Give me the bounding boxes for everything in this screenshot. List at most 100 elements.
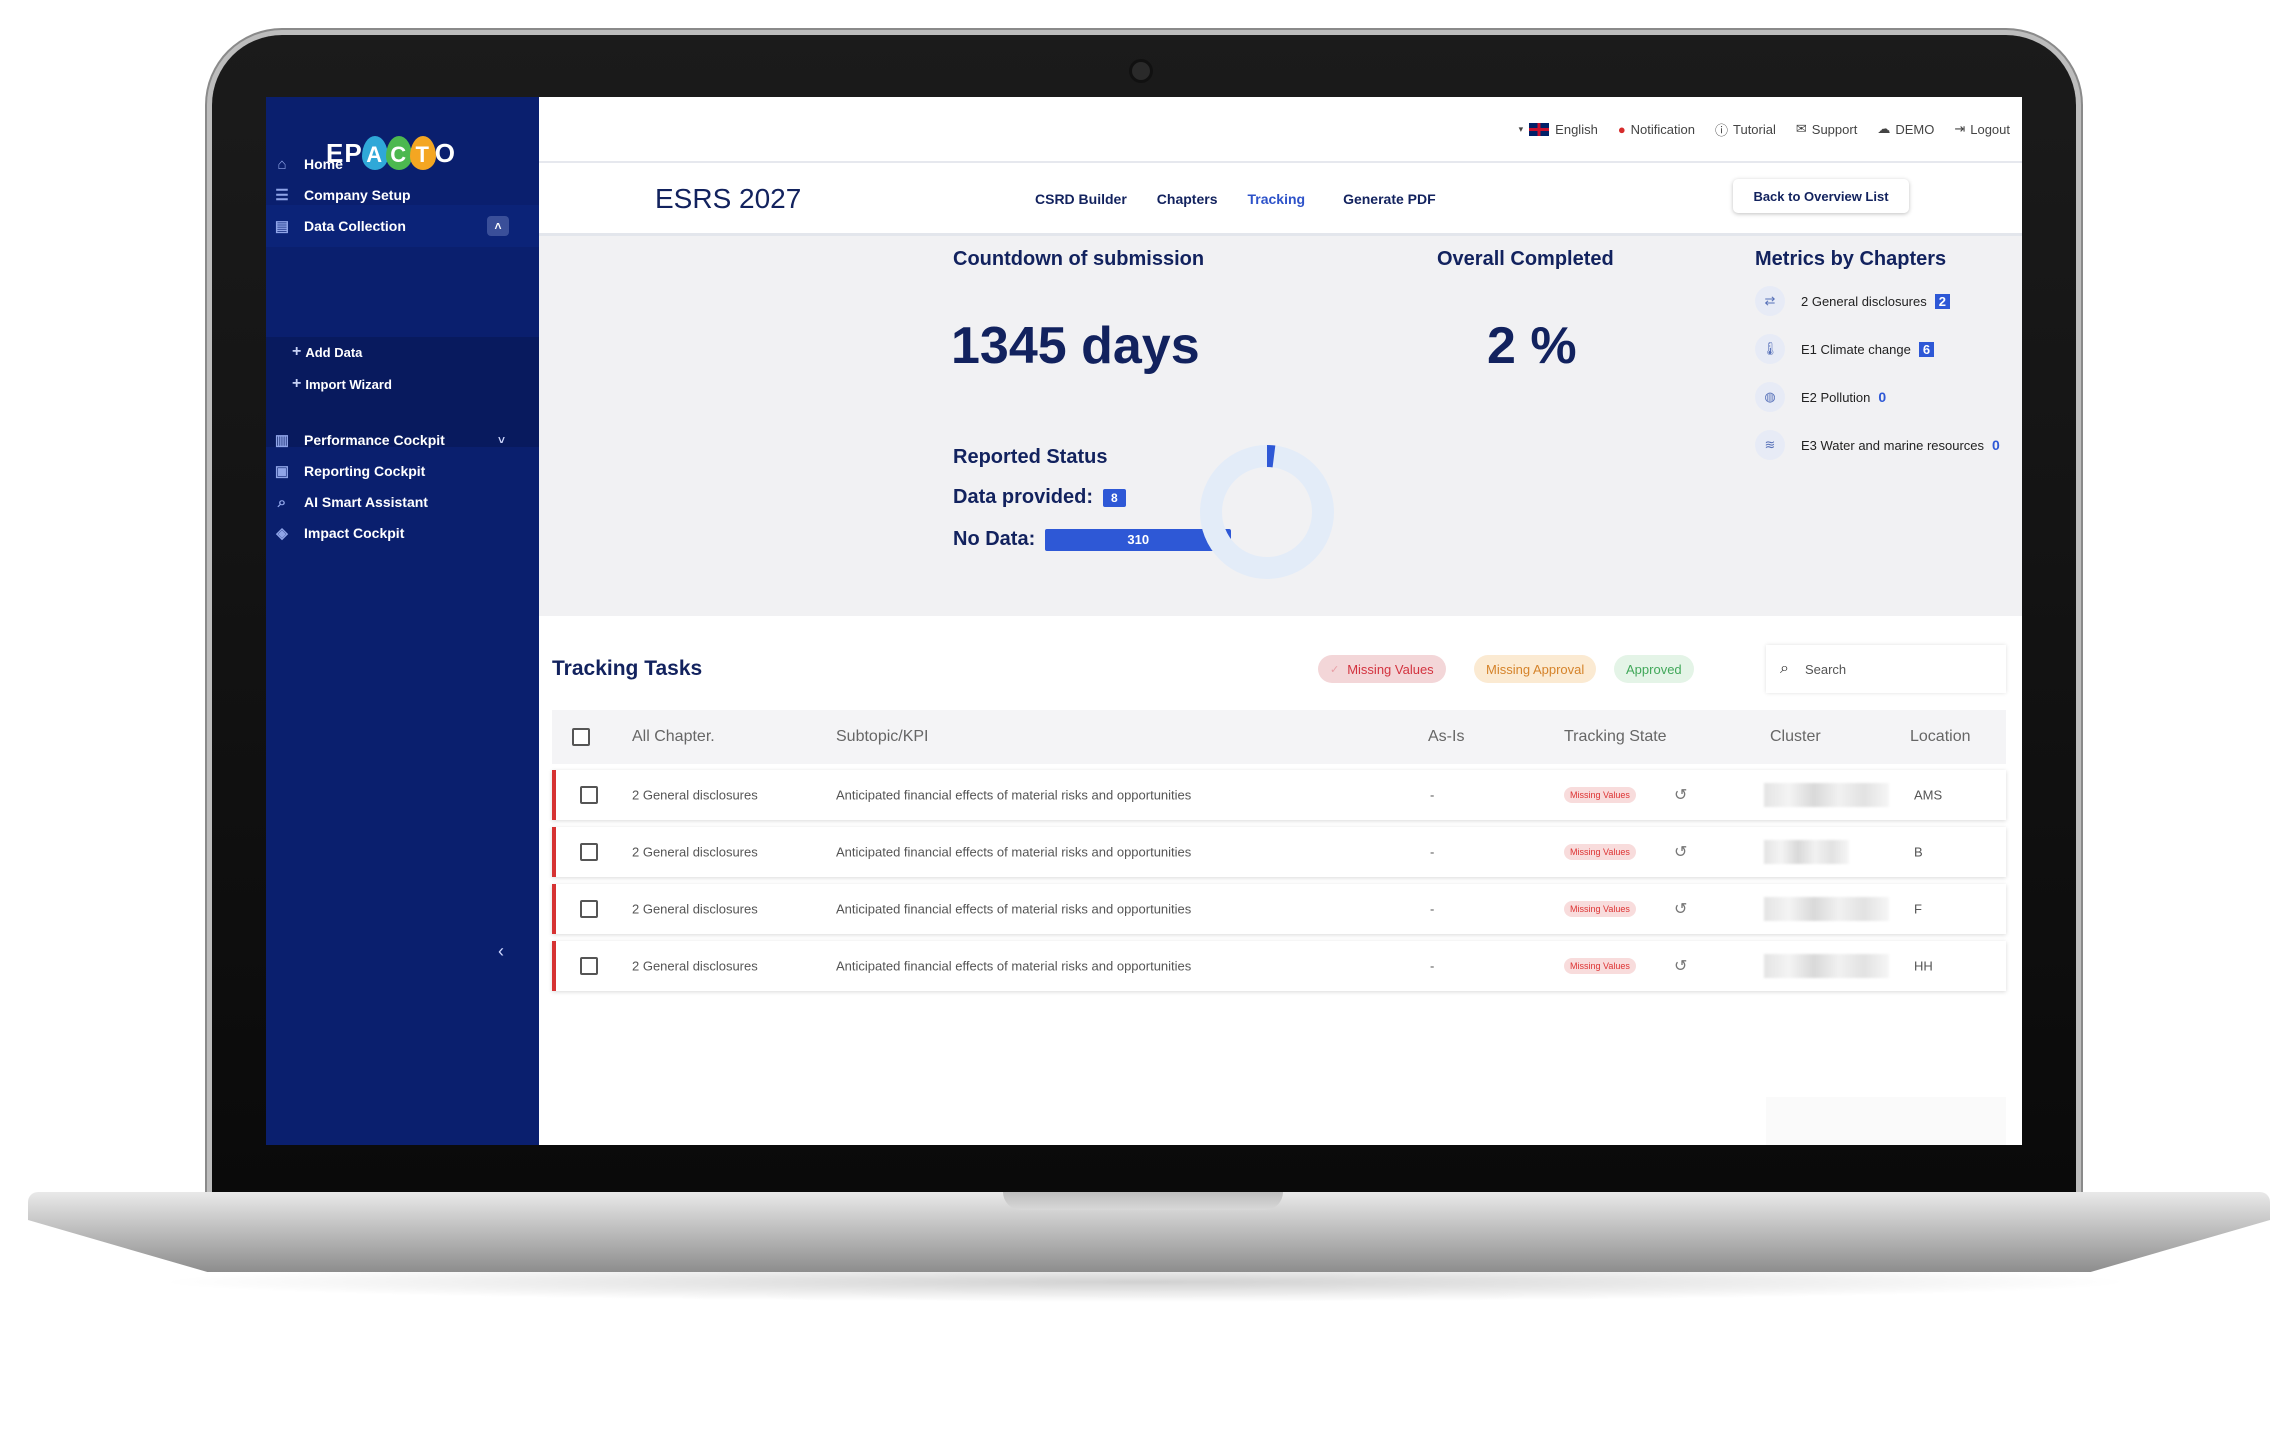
- overall-completed-title: Overall Completed: [1437, 248, 1614, 270]
- search-icon: ⌕: [1780, 660, 1789, 677]
- cell-location: F: [1914, 901, 1922, 917]
- row-checkbox[interactable]: [580, 900, 598, 918]
- cell-as-is: -: [1430, 958, 1435, 974]
- data-provided-line: Data provided: 8: [953, 486, 1126, 509]
- cell-cluster-redacted: [1764, 954, 1889, 978]
- table-row[interactable]: 2 General disclosures Anticipated financ…: [552, 941, 2006, 991]
- metric-count: 0: [1878, 389, 1887, 405]
- chevron-up-icon[interactable]: ˄: [487, 216, 509, 236]
- filter-label: Missing Approval: [1486, 661, 1585, 677]
- cell-subtopic: Anticipated financial effects of materia…: [836, 787, 1192, 803]
- metric-item[interactable]: 🌡 E1 Climate change 6: [1755, 334, 1935, 364]
- language-selector[interactable]: ▾ English: [1518, 121, 1598, 137]
- table-row[interactable]: 2 General disclosures Anticipated financ…: [552, 884, 2006, 934]
- page-title: ESRS 2027: [655, 183, 802, 214]
- row-checkbox[interactable]: [580, 957, 598, 975]
- sidebar-item-label: Performance Cockpit: [304, 432, 445, 448]
- filter-missing-values[interactable]: ✓ Missing Values: [1318, 655, 1446, 683]
- search-icon: ⌕: [277, 493, 287, 511]
- submenu-item-import-wizard[interactable]: + Import Wizard: [292, 375, 392, 393]
- cell-tracking-state: Missing Values: [1564, 901, 1636, 917]
- cell-as-is: -: [1430, 787, 1435, 803]
- metric-label: E1 Climate change: [1801, 341, 1911, 357]
- tab-tracking[interactable]: Tracking: [1247, 191, 1305, 207]
- sidebar-item-data-collection[interactable]: ▤ Data Collection ˄: [266, 205, 539, 247]
- metric-count: 0: [1992, 437, 2000, 453]
- countdown-value: 1345 days: [951, 317, 1200, 375]
- tutorial-label: Tutorial: [1733, 121, 1776, 137]
- cell-location: AMS: [1914, 787, 1943, 803]
- column-header-tracking-state[interactable]: Tracking State: [1564, 728, 1667, 746]
- search-placeholder: Search: [1804, 661, 1847, 677]
- cell-chapter: 2 General disclosures: [632, 787, 758, 803]
- filter-label: Approved: [1626, 661, 1682, 677]
- logout-label: Logout: [1970, 121, 2010, 137]
- search-box[interactable]: ⌕ Search: [1766, 645, 2006, 693]
- back-to-overview-button[interactable]: Back to Overview List: [1733, 179, 1909, 213]
- filter-missing-approval[interactable]: Missing Approval: [1474, 655, 1597, 683]
- history-icon[interactable]: ↺: [1674, 785, 1687, 805]
- sidebar-item-label: Home: [304, 156, 343, 172]
- history-icon[interactable]: ↺: [1674, 842, 1687, 862]
- cell-subtopic: Anticipated financial effects of materia…: [836, 844, 1192, 860]
- metric-item[interactable]: ≋ E3 Water and marine resources 0: [1755, 430, 2000, 460]
- metric-count: 6: [1918, 341, 1935, 357]
- overall-completed-value: 2 %: [1487, 317, 1577, 375]
- chevron-down-icon[interactable]: ˅: [498, 433, 505, 447]
- history-icon[interactable]: ↺: [1674, 899, 1687, 919]
- language-label: English: [1555, 121, 1598, 137]
- no-data-label: No Data:: [953, 528, 1036, 550]
- tutorial-link[interactable]: ⓘ Tutorial: [1715, 120, 1776, 139]
- completion-donut: [1200, 445, 1334, 579]
- row-checkbox[interactable]: [580, 786, 598, 804]
- floating-panel-placeholder: [1766, 1097, 2006, 1145]
- reported-status-title: Reported Status: [953, 446, 1108, 468]
- webcam: [1132, 62, 1150, 80]
- column-header-location[interactable]: Location: [1910, 728, 1971, 746]
- cell-tracking-state: Missing Values: [1564, 787, 1636, 803]
- metric-count: 2: [1934, 293, 1950, 309]
- globe-icon: ◍: [1755, 382, 1785, 412]
- table-row[interactable]: 2 General disclosures Anticipated financ…: [552, 827, 2006, 877]
- collapse-sidebar-icon[interactable]: ‹: [498, 941, 504, 962]
- sidebar-item-label: Company Setup: [304, 187, 411, 203]
- table-row[interactable]: 2 General disclosures Anticipated financ…: [552, 770, 2006, 820]
- tab-generate-pdf[interactable]: Generate PDF: [1343, 191, 1436, 207]
- logout-link[interactable]: ⇥ Logout: [1954, 121, 2010, 137]
- column-header-chapter[interactable]: All Chapter.: [632, 728, 715, 746]
- filter-label: Missing Values: [1347, 661, 1434, 677]
- laptop-notch: [1003, 1192, 1283, 1210]
- thermometer-icon: 🌡: [1755, 334, 1785, 364]
- filter-approved[interactable]: Approved: [1614, 655, 1694, 683]
- column-header-subtopic[interactable]: Subtopic/KPI: [836, 728, 929, 746]
- column-header-cluster[interactable]: Cluster: [1770, 728, 1821, 746]
- column-header-as-is[interactable]: As-Is: [1428, 728, 1464, 746]
- notification-link[interactable]: ● Notification: [1618, 122, 1695, 137]
- summary-panel: Countdown of submission 1345 days Report…: [539, 236, 2022, 616]
- metrics-title: Metrics by Chapters: [1755, 248, 1947, 270]
- select-all-checkbox[interactable]: [572, 728, 590, 746]
- tab-csrd-builder[interactable]: CSRD Builder: [1035, 191, 1127, 207]
- submenu-item-add-data[interactable]: + Add Data: [292, 343, 362, 361]
- row-checkbox[interactable]: [580, 843, 598, 861]
- history-icon[interactable]: ↺: [1674, 956, 1687, 976]
- metric-item[interactable]: ◍ E2 Pollution 0: [1755, 382, 1886, 412]
- metric-label: E3 Water and marine resources: [1801, 437, 1985, 453]
- support-link[interactable]: ✉ Support: [1796, 121, 1857, 137]
- help-icon: ⓘ: [1714, 122, 1728, 138]
- cell-as-is: -: [1430, 901, 1435, 917]
- tab-chapters[interactable]: Chapters: [1157, 191, 1218, 207]
- user-menu[interactable]: ☁ DEMO: [1877, 121, 1934, 137]
- sidebar-item-impact-cockpit[interactable]: ◈ Impact Cockpit: [266, 512, 539, 554]
- data-provided-label: Data provided:: [953, 486, 1094, 508]
- cell-cluster-redacted: [1764, 897, 1889, 921]
- table-header: All Chapter. Subtopic/KPI As-Is Tracking…: [552, 710, 2006, 764]
- submenu-item-label: Add Data: [305, 344, 363, 360]
- metric-item[interactable]: ⇄ 2 General disclosures 2: [1755, 286, 1950, 316]
- no-data-line: No Data: 310: [953, 528, 1232, 551]
- logout-icon: ⇥: [1954, 121, 1966, 136]
- caret-down-icon: ▾: [1518, 123, 1524, 134]
- cell-chapter: 2 General disclosures: [632, 844, 758, 860]
- chart-icon: ▥: [274, 432, 290, 449]
- sidebar-item-label: Impact Cockpit: [304, 525, 405, 541]
